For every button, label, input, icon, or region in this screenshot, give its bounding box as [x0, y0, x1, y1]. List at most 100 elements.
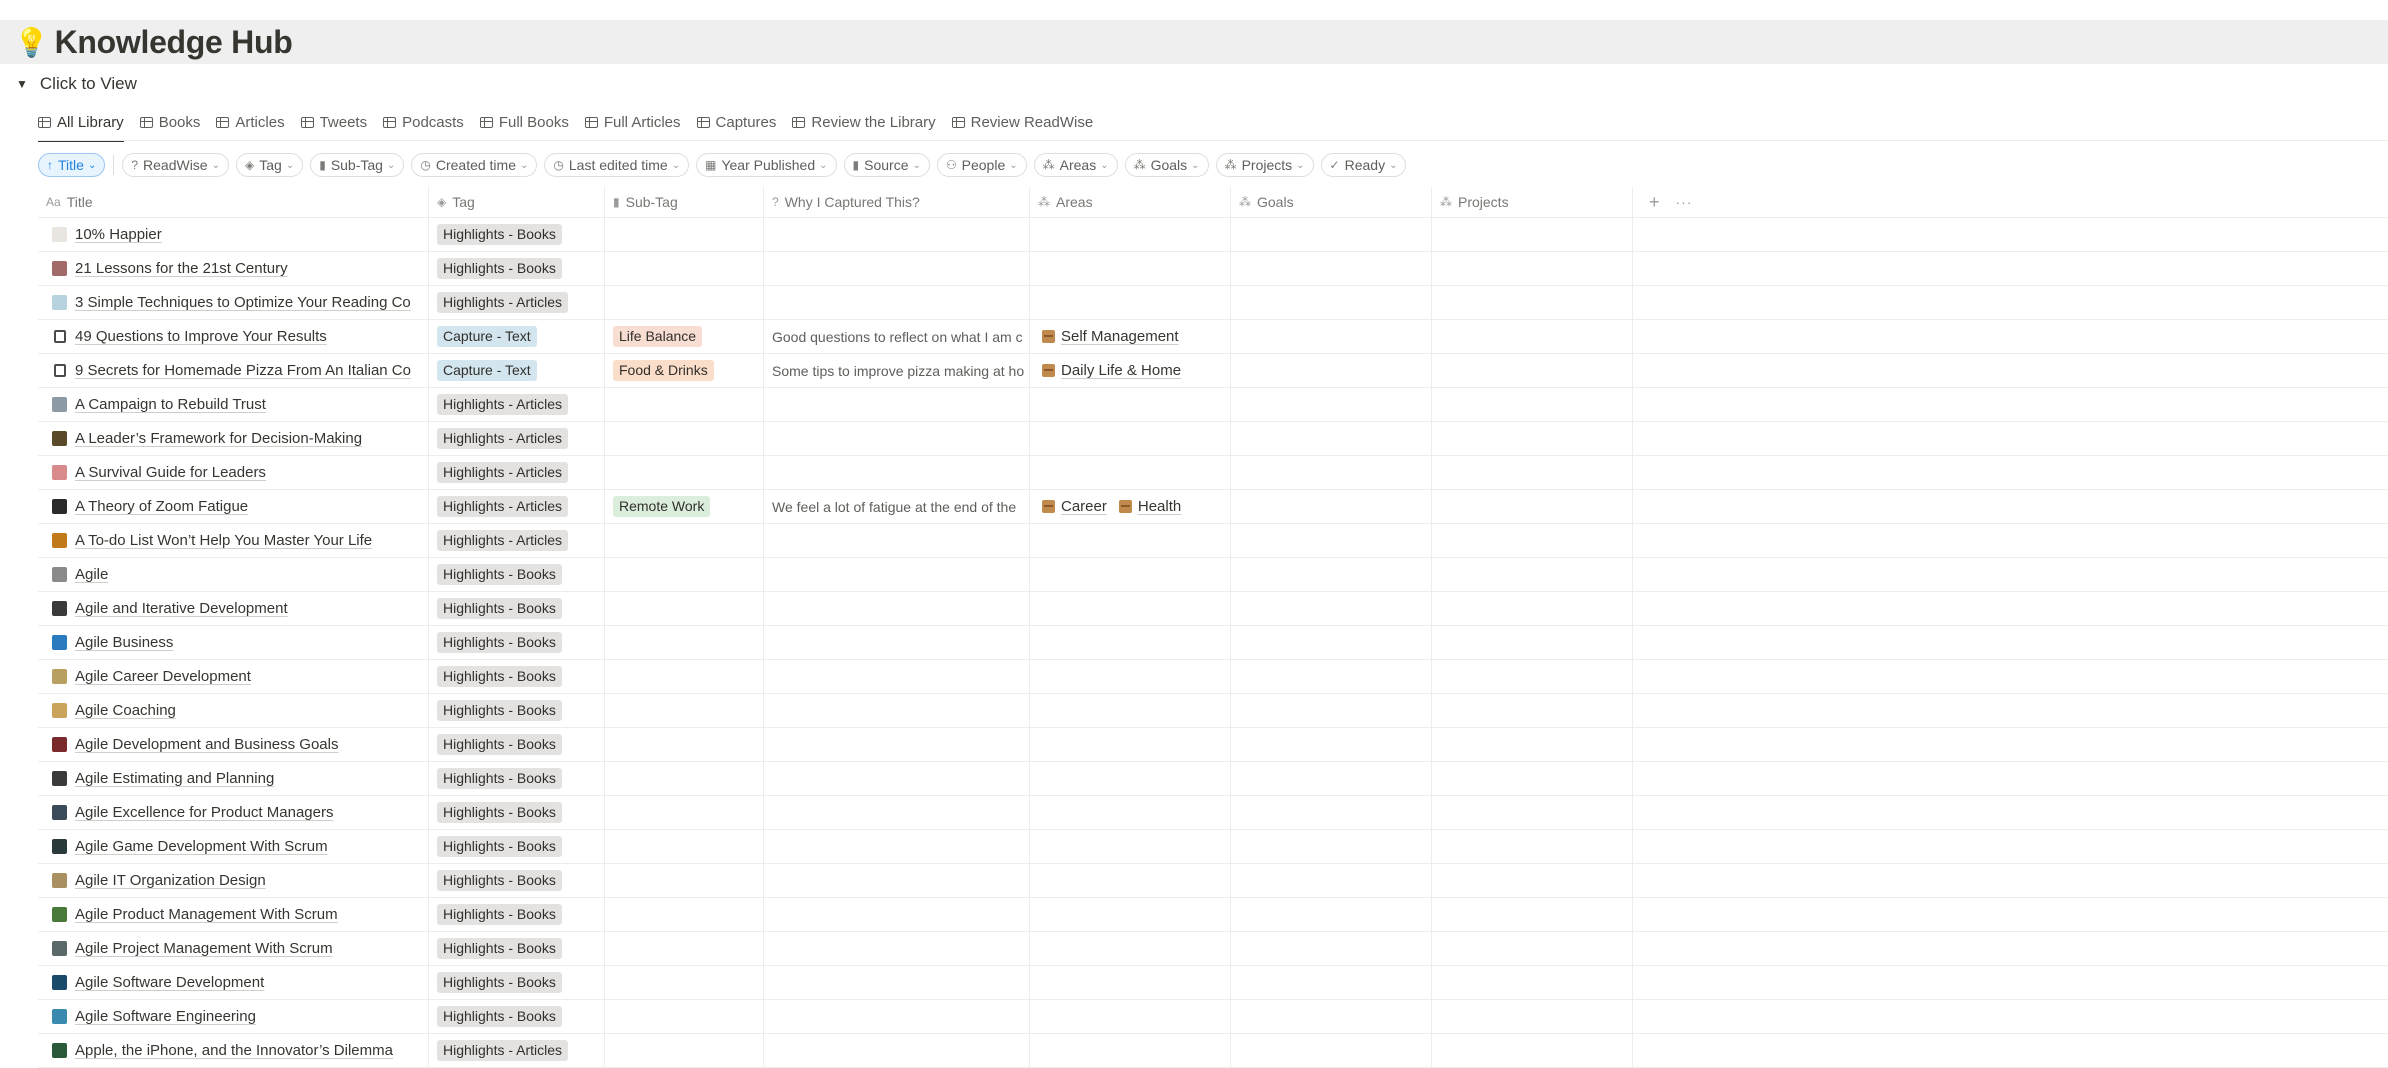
table-row[interactable]: 3 Simple Techniques to Optimize Your Rea… — [38, 286, 2388, 320]
cell-projects[interactable] — [1432, 660, 1633, 693]
cell-goals[interactable] — [1231, 286, 1432, 319]
cell-projects[interactable] — [1432, 456, 1633, 489]
cell-areas[interactable] — [1030, 558, 1231, 591]
cell-areas[interactable] — [1030, 286, 1231, 319]
cell-projects[interactable] — [1432, 592, 1633, 625]
row-title[interactable]: 9 Secrets for Homemade Pizza From An Ita… — [75, 362, 411, 379]
filter-chip-year-published[interactable]: ▦ Year Published ⌄ — [696, 153, 837, 177]
table-row[interactable]: Agile Estimating and Planning Highlights … — [38, 762, 2388, 796]
cell-subtag[interactable] — [605, 524, 764, 557]
table-row[interactable]: Agile Game Development With Scrum Highlig… — [38, 830, 2388, 864]
cell-projects[interactable] — [1432, 388, 1633, 421]
cell-goals[interactable] — [1231, 320, 1432, 353]
filter-chip-created-time[interactable]: ◷ Created time ⌄ — [411, 153, 538, 177]
cell-goals[interactable] — [1231, 796, 1432, 829]
cell-tag[interactable]: Highlights - Books — [429, 660, 605, 693]
cell-areas[interactable] — [1030, 1034, 1231, 1067]
cell-subtag[interactable] — [605, 456, 764, 489]
cell-why[interactable] — [764, 422, 1030, 455]
filter-chip-last-edited-time[interactable]: ◷ Last edited time ⌄ — [544, 153, 690, 177]
cell-goals[interactable] — [1231, 660, 1432, 693]
cell-areas[interactable] — [1030, 388, 1231, 421]
cell-areas[interactable] — [1030, 728, 1231, 761]
cell-subtag[interactable] — [605, 218, 764, 251]
cell-tag[interactable]: Highlights - Books — [429, 218, 605, 251]
cell-goals[interactable] — [1231, 422, 1432, 455]
cell-projects[interactable] — [1432, 286, 1633, 319]
cell-subtag[interactable] — [605, 660, 764, 693]
cell-why[interactable] — [764, 966, 1030, 999]
cell-goals[interactable] — [1231, 524, 1432, 557]
cell-title[interactable]: Agile and Iterative Development — [38, 592, 429, 625]
cell-areas[interactable] — [1030, 830, 1231, 863]
cell-tag[interactable]: Capture - Text — [429, 320, 605, 353]
cell-title[interactable]: 21 Lessons for the 21st Century — [38, 252, 429, 285]
column-header-projects[interactable]: ⁂ Projects — [1432, 187, 1633, 217]
tab-tweets[interactable]: Tweets — [300, 108, 367, 136]
row-title[interactable]: Agile Software Development — [75, 974, 264, 991]
row-title[interactable]: Agile — [75, 566, 108, 583]
cell-projects[interactable] — [1432, 694, 1633, 727]
cell-subtag[interactable] — [605, 1000, 764, 1033]
table-row[interactable]: A Survival Guide for Leaders Highlights -… — [38, 456, 2388, 490]
row-title[interactable]: Agile Coaching — [75, 702, 176, 719]
cell-tag[interactable]: Highlights - Books — [429, 694, 605, 727]
cell-subtag[interactable]: Life Balance — [605, 320, 764, 353]
cell-why[interactable]: Some tips to improve pizza making at ho — [764, 354, 1030, 387]
cell-subtag[interactable] — [605, 252, 764, 285]
cell-why[interactable] — [764, 286, 1030, 319]
cell-projects[interactable] — [1432, 1034, 1633, 1067]
tab-all-library[interactable]: All Library — [38, 108, 124, 142]
cell-subtag[interactable] — [605, 728, 764, 761]
cell-why[interactable]: We feel a lot of fatigue at the end of t… — [764, 490, 1030, 523]
cell-goals[interactable] — [1231, 932, 1432, 965]
cell-subtag[interactable] — [605, 592, 764, 625]
triangle-down-icon[interactable]: ▼ — [16, 77, 28, 91]
cell-title[interactable]: Agile Product Management With Scrum — [38, 898, 429, 931]
row-title[interactable]: Agile Development and Business Goals — [75, 736, 338, 753]
row-title[interactable]: Agile Software Engineering — [75, 1008, 256, 1025]
table-row[interactable]: Agile IT Organization Design Highlights -… — [38, 864, 2388, 898]
row-title[interactable]: Agile Game Development With Scrum — [75, 838, 328, 855]
cell-subtag[interactable]: Remote Work — [605, 490, 764, 523]
cell-areas[interactable] — [1030, 592, 1231, 625]
cell-why[interactable] — [764, 592, 1030, 625]
cell-goals[interactable] — [1231, 762, 1432, 795]
cell-title[interactable]: Apple, the iPhone, and the Innovator’s D… — [38, 1034, 429, 1067]
area-link[interactable]: Self Management — [1042, 328, 1179, 345]
cell-tag[interactable]: Highlights - Books — [429, 796, 605, 829]
cell-tag[interactable]: Highlights - Books — [429, 932, 605, 965]
table-row[interactable]: Agile Coaching Highlights - Books — [38, 694, 2388, 728]
area-link[interactable]: Daily Life & Home — [1042, 362, 1181, 379]
table-row[interactable]: A Campaign to Rebuild Trust Highlights - … — [38, 388, 2388, 422]
cell-why[interactable] — [764, 524, 1030, 557]
cell-why[interactable] — [764, 218, 1030, 251]
area-link[interactable]: Health — [1118, 498, 1181, 515]
sort-chip-title[interactable]: ↑ Title ⌄ — [38, 153, 106, 177]
cell-subtag[interactable] — [605, 388, 764, 421]
table-row[interactable]: Agile Software Development Highlights - B… — [38, 966, 2388, 1000]
cell-areas[interactable] — [1030, 1000, 1231, 1033]
cell-tag[interactable]: Highlights - Books — [429, 558, 605, 591]
column-header-why[interactable]: ? Why I Captured This? — [764, 187, 1030, 217]
cell-projects[interactable] — [1432, 252, 1633, 285]
cell-why[interactable] — [764, 694, 1030, 727]
cell-why[interactable] — [764, 1000, 1030, 1033]
row-title[interactable]: Agile Career Development — [75, 668, 251, 685]
cell-title[interactable]: Agile Estimating and Planning — [38, 762, 429, 795]
cell-projects[interactable] — [1432, 626, 1633, 659]
toggle-block[interactable]: ▼ Click to View — [16, 72, 137, 96]
cell-title[interactable]: Agile Software Development — [38, 966, 429, 999]
cell-subtag[interactable] — [605, 966, 764, 999]
tab-full-articles[interactable]: Full Articles — [584, 108, 681, 136]
cell-projects[interactable] — [1432, 898, 1633, 931]
cell-title[interactable]: Agile — [38, 558, 429, 591]
cell-goals[interactable] — [1231, 558, 1432, 591]
cell-why[interactable] — [764, 728, 1030, 761]
table-row[interactable]: Agile Development and Business Goals High… — [38, 728, 2388, 762]
cell-subtag[interactable] — [605, 286, 764, 319]
table-row[interactable]: Agile Project Management With Scrum Highl… — [38, 932, 2388, 966]
cell-title[interactable]: A Leader’s Framework for Decision-Making — [38, 422, 429, 455]
row-title[interactable]: Agile IT Organization Design — [75, 872, 266, 889]
cell-why[interactable] — [764, 864, 1030, 897]
